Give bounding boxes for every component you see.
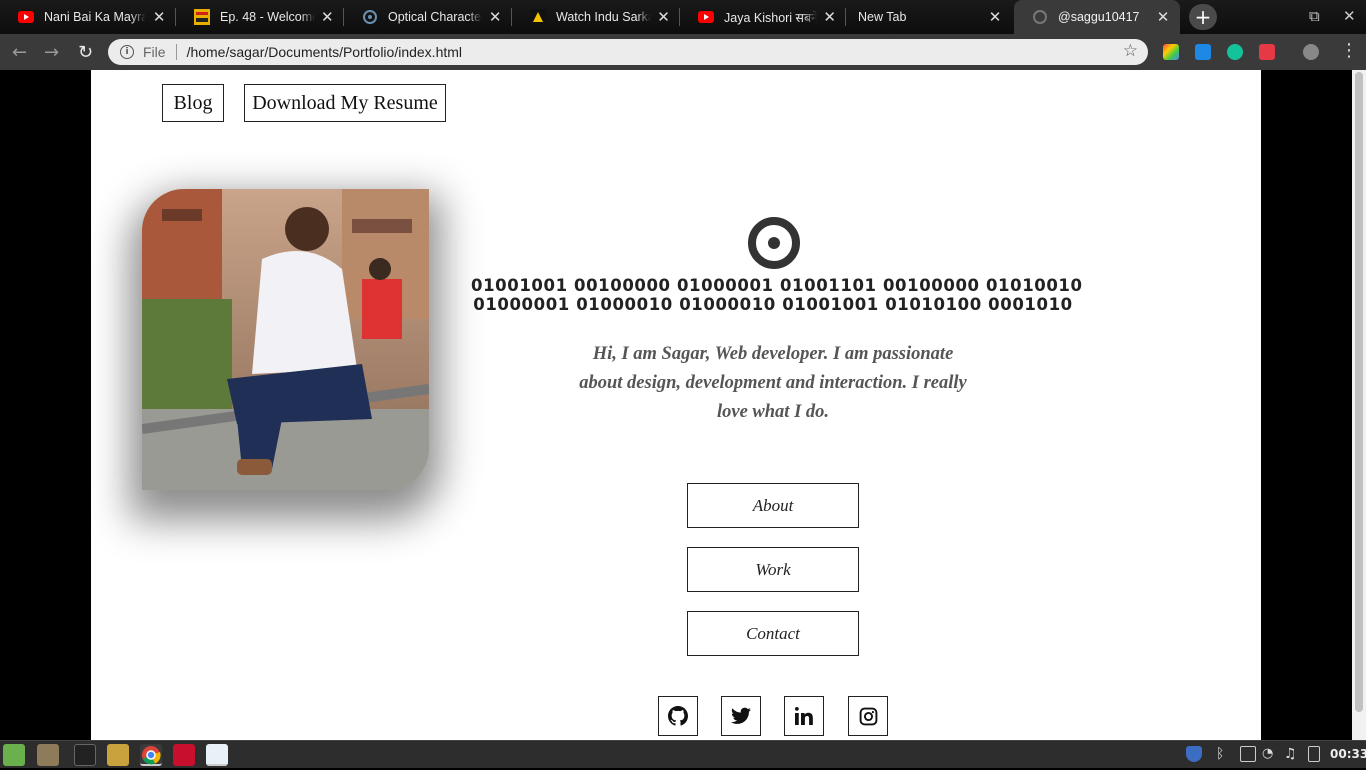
tab-jaya-kishori[interactable]: Jaya Kishori सबने क ✕: [680, 0, 846, 34]
close-icon[interactable]: ✕: [988, 8, 1002, 26]
ocr-site-icon: [362, 9, 378, 25]
github-icon: [668, 706, 688, 726]
s-extension-icon[interactable]: [1195, 44, 1211, 60]
streaming-site-icon: [530, 9, 546, 25]
linkedin-icon: [795, 707, 813, 725]
back-arrow-icon[interactable]: ←: [12, 42, 27, 63]
instagram-link[interactable]: [848, 696, 888, 736]
media-app-icon[interactable]: [173, 744, 195, 766]
github-link[interactable]: [658, 696, 698, 736]
tab-title: Jaya Kishori सबने क: [724, 10, 818, 25]
terminal-icon[interactable]: [74, 744, 96, 766]
tab-new-tab[interactable]: New Tab ✕: [846, 0, 1012, 34]
page-scrollbar[interactable]: [1352, 70, 1366, 740]
menu-kebab-icon[interactable]: ⋮: [1340, 40, 1358, 61]
music-note-icon[interactable]: ♫: [1284, 746, 1300, 762]
twitter-icon: [731, 707, 751, 724]
browser-viewport: Blog Download My Resume 01001001 0010000…: [0, 70, 1352, 740]
tab-title: New Tab: [858, 10, 907, 24]
close-icon[interactable]: ✕: [1156, 8, 1170, 26]
close-icon[interactable]: ✕: [488, 8, 502, 26]
tab-title: @saggu10417: [1058, 10, 1140, 24]
bookmark-star-icon[interactable]: ☆: [1123, 41, 1138, 61]
text-editor-icon[interactable]: [206, 744, 228, 766]
mint-menu-icon[interactable]: [3, 744, 25, 766]
address-bar[interactable]: i File /home/sagar/Documents/Portfolio/i…: [108, 39, 1148, 65]
show-desktop-icon[interactable]: [37, 744, 59, 766]
binary-heading: 01001001 00100000 01000001 01001101 0010…: [471, 276, 1083, 314]
os-taskbar: ᛒ ◔ ♫ 00:33: [0, 740, 1366, 768]
tab-nani-bai[interactable]: Nani Bai Ka Mayra ✕: [0, 0, 176, 34]
clipboard-icon[interactable]: [1240, 746, 1256, 762]
color-extension-icon[interactable]: [1163, 44, 1179, 60]
video-site-icon: [194, 9, 210, 25]
pocket-icon[interactable]: [1259, 44, 1275, 60]
bluetooth-icon[interactable]: ᛒ: [1216, 746, 1232, 762]
close-icon[interactable]: ✕: [657, 8, 670, 26]
url-text[interactable]: /home/sagar/Documents/Portfolio/index.ht…: [187, 44, 462, 60]
close-window-icon[interactable]: ✕: [1343, 7, 1356, 25]
info-icon[interactable]: i: [120, 45, 134, 59]
profile-photo: [142, 189, 429, 490]
binary-line: 01000001 01000010 01000010 01001001 0101…: [473, 295, 1073, 314]
instagram-icon: [859, 707, 877, 725]
download-resume-button[interactable]: Download My Resume: [244, 84, 446, 122]
tab-title: Watch Indu Sarkar: [556, 10, 652, 24]
binary-line: 01001001 00100000 01000001 01001101 0010…: [471, 276, 1083, 295]
contact-button[interactable]: Contact: [687, 611, 859, 656]
tab-ep-48[interactable]: Ep. 48 - Welcome ✕: [176, 0, 344, 34]
twitter-link[interactable]: [721, 696, 761, 736]
reload-icon[interactable]: ↻: [78, 42, 93, 63]
shield-icon[interactable]: [1186, 746, 1202, 762]
tab-optical-character[interactable]: Optical Character ✕: [344, 0, 512, 34]
scrollbar-thumb[interactable]: [1355, 72, 1363, 712]
tab-title: Nani Bai Ka Mayra: [44, 10, 147, 24]
site-logo-icon: [748, 217, 800, 269]
browser-toolbar: ← → ↻ i File /home/sagar/Documents/Portf…: [0, 34, 1366, 70]
tab-title: Ep. 48 - Welcome: [220, 10, 315, 24]
close-icon[interactable]: ✕: [152, 8, 166, 26]
scheme-label: File: [143, 44, 166, 60]
grammarly-icon[interactable]: [1227, 44, 1243, 60]
portfolio-page: Blog Download My Resume 01001001 0010000…: [91, 70, 1261, 740]
tab-watch-indu-sarkar[interactable]: Watch Indu Sarkar ✕: [512, 0, 680, 34]
files-icon[interactable]: [107, 744, 129, 766]
new-tab-button[interactable]: +: [1189, 4, 1217, 30]
browser-tab-strip: Nani Bai Ka Mayra ✕ Ep. 48 - Welcome ✕ O…: [0, 0, 1366, 34]
tab-saggu-active[interactable]: @saggu10417 ✕: [1014, 0, 1180, 34]
intro-text: Hi, I am Sagar, Web developer. I am pass…: [579, 344, 967, 422]
work-button[interactable]: Work: [687, 547, 859, 592]
linkedin-link[interactable]: [784, 696, 824, 736]
blog-button[interactable]: Blog: [162, 84, 224, 122]
close-icon[interactable]: ✕: [823, 8, 836, 26]
about-button[interactable]: About: [687, 483, 859, 528]
battery-icon[interactable]: [1308, 746, 1320, 762]
profile-avatar-icon[interactable]: [1303, 44, 1319, 60]
clock[interactable]: 00:33: [1330, 747, 1366, 761]
close-icon[interactable]: ✕: [321, 8, 334, 26]
tab-title: Optical Character: [388, 10, 483, 24]
youtube-icon: [698, 9, 714, 25]
youtube-icon: [18, 9, 34, 25]
loading-icon: [1032, 9, 1048, 25]
restore-window-icon[interactable]: ⧉: [1309, 7, 1320, 25]
chrome-icon[interactable]: [140, 744, 162, 766]
forward-arrow-icon[interactable]: →: [44, 42, 59, 63]
wifi-icon[interactable]: ◔: [1262, 746, 1278, 762]
